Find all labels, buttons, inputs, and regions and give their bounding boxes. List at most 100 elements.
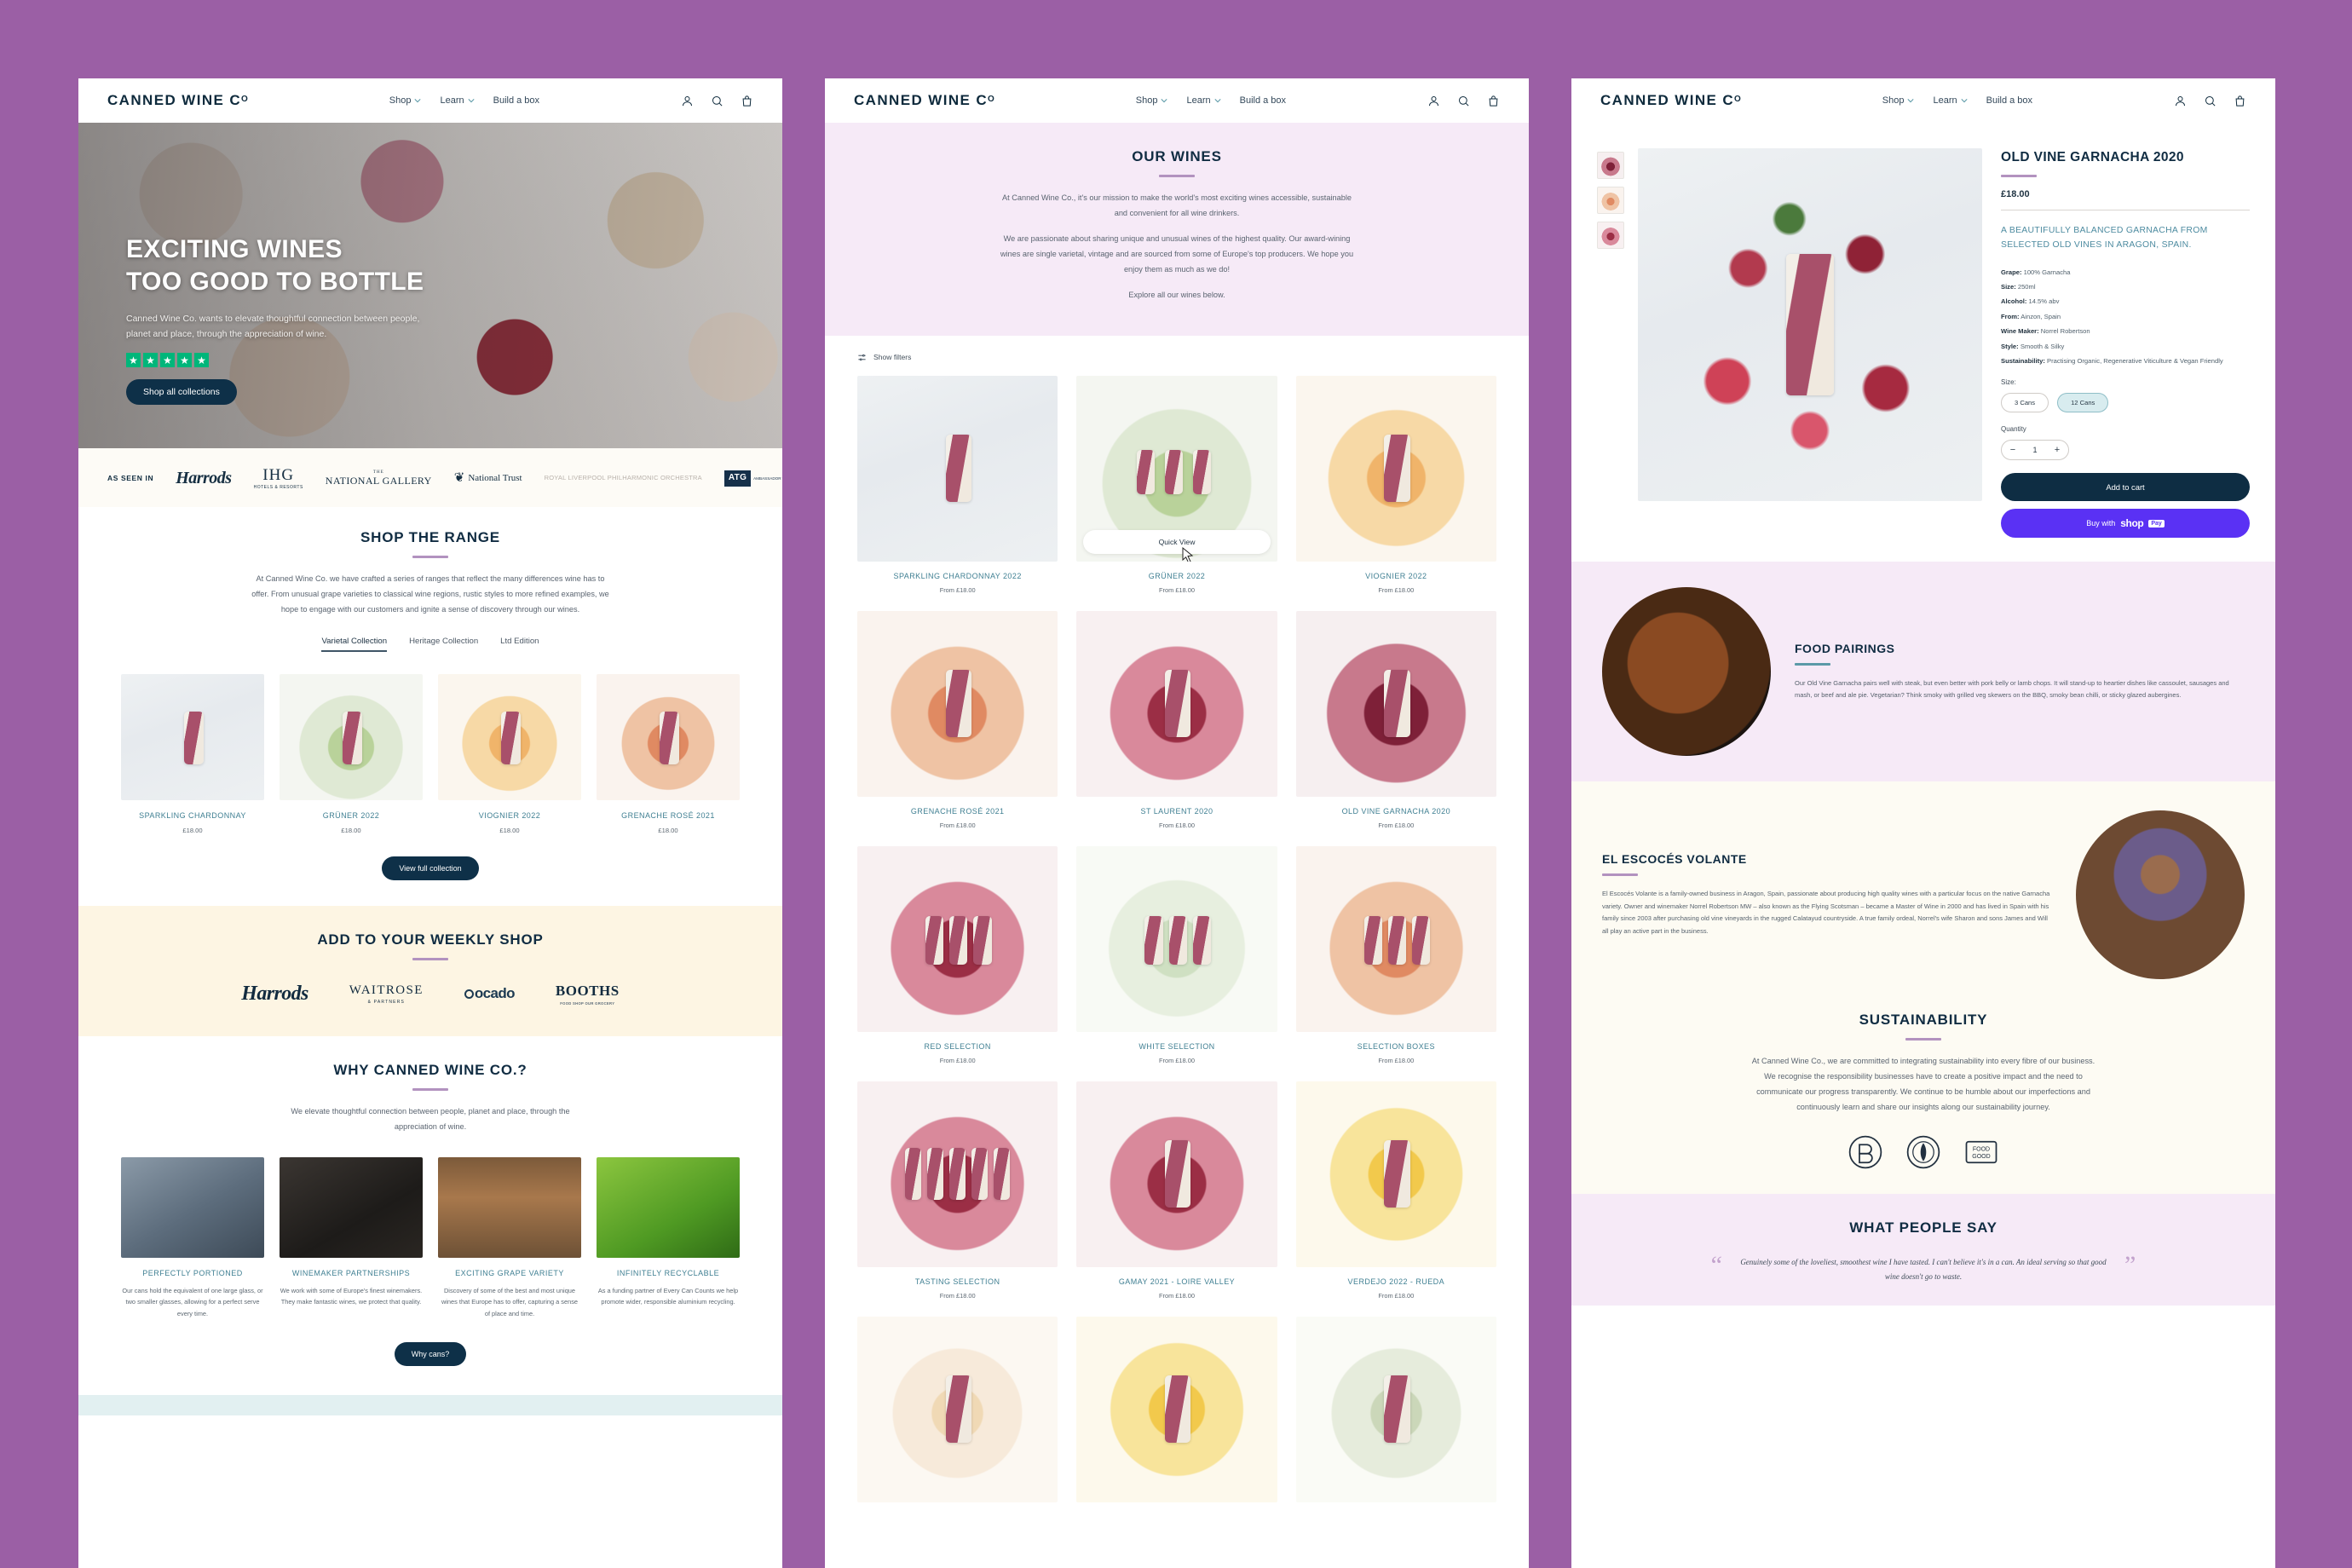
- product-thumbnail[interactable]: [1597, 222, 1624, 249]
- why-cans-button[interactable]: Why cans?: [394, 1341, 467, 1366]
- search-icon[interactable]: [2204, 95, 2217, 107]
- product-card[interactable]: GRÜNER 2022 £18.00: [280, 673, 423, 834]
- feature-title: EXCITING GRAPE VARIETY: [455, 1268, 564, 1277]
- spec-value: Norrel Robertson: [2040, 327, 2090, 336]
- spec-label: Size:: [2001, 283, 2016, 291]
- spec-row: Style: Smooth & Silky: [2001, 342, 2250, 351]
- brand-logo[interactable]: CANNED WINE CO: [1600, 92, 1741, 109]
- nav-item-shop[interactable]: Shop: [389, 95, 422, 106]
- product-price: From £18.00: [1378, 1291, 1415, 1300]
- product-card[interactable]: VERDEJO 2022 - RUEDA From £18.00: [1295, 1081, 1496, 1300]
- product-image: [1295, 375, 1496, 562]
- quote-open-icon: “: [1710, 1251, 1722, 1280]
- retailer-booths[interactable]: BOOTHS FOOD SHOP OUR GROCERY: [556, 983, 620, 1006]
- quantity-stepper[interactable]: − 1 +: [2001, 440, 2069, 461]
- nav-item-learn[interactable]: Learn: [1186, 95, 1221, 106]
- user-icon[interactable]: [1427, 95, 1440, 107]
- add-to-cart-button[interactable]: Add to cart: [2001, 473, 2250, 502]
- logo-ihg: IHG HOTELS & RESORTS: [254, 466, 303, 490]
- retailer-booths-sub: FOOD SHOP OUR GROCERY: [560, 1000, 615, 1006]
- product-card[interactable]: WHITE SELECTION From £18.00: [1076, 845, 1277, 1064]
- nav-item-build-a-box[interactable]: Build a box: [493, 95, 539, 106]
- header-icons: [2174, 95, 2246, 107]
- show-filters-label: Show filters: [873, 353, 912, 362]
- brand-logo[interactable]: CANNED WINE CO: [854, 92, 994, 109]
- tab-heritage-collection[interactable]: Heritage Collection: [409, 637, 478, 652]
- nav-item-build-a-box[interactable]: Build a box: [1240, 95, 1286, 106]
- quantity-increment-button[interactable]: +: [2051, 445, 2063, 455]
- retailer-ocado[interactable]: ocado: [464, 985, 515, 1002]
- quick-view-button[interactable]: Quick View: [1083, 529, 1271, 554]
- feature-card: PERFECTLY PORTIONED Our cans hold the eq…: [121, 1156, 264, 1320]
- buy-with-shop-pay-button[interactable]: Buy with shop Pay: [2001, 509, 2250, 539]
- feature-image: [438, 1156, 581, 1258]
- tab-varietal-collection[interactable]: Varietal Collection: [321, 637, 388, 652]
- main-nav: Shop Learn Build a box: [389, 95, 539, 106]
- product-card[interactable]: TASTING SELECTION From £18.00: [857, 1081, 1058, 1300]
- product-card[interactable]: SELECTION BOXES From £18.00: [1295, 845, 1496, 1064]
- product-image: [280, 673, 423, 800]
- product-card[interactable]: SPARKLING CHARDONNAY 2022 From £18.00: [857, 375, 1058, 594]
- product-card[interactable]: Quick View GRÜNER 2022 From £18.00: [1076, 375, 1277, 594]
- product-thumbnail[interactable]: [1597, 152, 1624, 179]
- nav-item-shop[interactable]: Shop: [1882, 95, 1915, 106]
- nav-label-shop: Shop: [389, 95, 412, 106]
- search-icon[interactable]: [711, 95, 723, 107]
- product-card[interactable]: [1076, 1316, 1277, 1502]
- divider-rule: [412, 957, 448, 960]
- product-price: £18.00: [658, 826, 678, 834]
- nav-item-learn[interactable]: Learn: [440, 95, 475, 106]
- star-icon: ★: [126, 353, 141, 368]
- user-icon[interactable]: [2174, 95, 2187, 107]
- spec-label: Sustainability:: [2001, 357, 2045, 366]
- site-header: CANNED WINE CO Shop Learn Build a box: [825, 78, 1529, 123]
- tab-ltd-edition[interactable]: Ltd Edition: [500, 637, 539, 652]
- product-name: TASTING SELECTION: [914, 1277, 1000, 1286]
- divider-rule: [412, 1087, 448, 1091]
- shop-all-collections-button[interactable]: Shop all collections: [126, 379, 237, 406]
- size-option-12-cans[interactable]: 12 Cans: [2057, 393, 2109, 413]
- spec-label: Style:: [2001, 342, 2019, 350]
- product-card[interactable]: RED SELECTION From £18.00: [857, 845, 1058, 1064]
- nav-item-learn[interactable]: Learn: [1933, 95, 1968, 106]
- product-card[interactable]: [857, 1316, 1058, 1502]
- user-icon[interactable]: [681, 95, 694, 107]
- nav-item-build-a-box[interactable]: Build a box: [1986, 95, 2032, 106]
- product-card[interactable]: [1295, 1316, 1496, 1502]
- retailer-waitrose[interactable]: WAITROSE & PARTNERS: [349, 983, 424, 1005]
- bag-icon[interactable]: [2234, 95, 2246, 107]
- product-card[interactable]: GRENACHE ROSÉ 2021 From £18.00: [857, 610, 1058, 829]
- product-price: From £18.00: [1159, 1291, 1195, 1300]
- product-card[interactable]: VIOGNIER 2022 £18.00: [438, 673, 581, 834]
- food-pairings-section: FOOD PAIRINGS Our Old Vine Garnacha pair…: [1571, 562, 2275, 782]
- header-icons: [681, 95, 753, 107]
- product-card[interactable]: GRENACHE ROSÉ 2021 £18.00: [597, 673, 740, 834]
- product-name: GRENACHE ROSÉ 2021: [910, 806, 1005, 816]
- nav-item-shop[interactable]: Shop: [1136, 95, 1168, 106]
- product-card[interactable]: OLD VINE GARNACHA 2020 From £18.00: [1295, 610, 1496, 829]
- ocado-circle-icon: [464, 989, 474, 1000]
- view-full-collection-button[interactable]: View full collection: [382, 856, 479, 880]
- product-card[interactable]: VIOGNIER 2022 From £18.00: [1295, 375, 1496, 594]
- retailer-harrods[interactable]: Harrods: [241, 983, 308, 1006]
- product-card[interactable]: SPARKLING CHARDONNAY £18.00: [121, 673, 264, 834]
- chevron-down-icon: [1907, 99, 1915, 103]
- bag-icon[interactable]: [741, 95, 753, 107]
- product-card[interactable]: ST LAURENT 2020 From £18.00: [1076, 610, 1277, 829]
- feature-text: We work with some of Europe's finest win…: [280, 1286, 423, 1306]
- product-card[interactable]: GAMAY 2021 - LOIRE VALLEY From £18.00: [1076, 1081, 1277, 1300]
- product-thumbnail[interactable]: [1597, 187, 1624, 214]
- size-option-3-cans[interactable]: 3 Cans: [2001, 393, 2049, 413]
- product-main-image[interactable]: [1638, 148, 1982, 501]
- brand-logo[interactable]: CANNED WINE CO: [107, 92, 248, 109]
- bag-icon[interactable]: [1487, 95, 1500, 107]
- quantity-value[interactable]: 1: [2029, 446, 2041, 454]
- quantity-decrement-button[interactable]: −: [2007, 445, 2019, 455]
- product-name: SPARKLING CHARDONNAY 2022: [893, 571, 1022, 580]
- product-title: OLD VINE GARNACHA 2020: [2001, 150, 2184, 164]
- star-icon: ★: [160, 353, 175, 368]
- winemaker-text: El Escocés Volante is a family-owned bus…: [1602, 890, 2050, 936]
- nav-label-learn: Learn: [1933, 95, 1957, 106]
- search-icon[interactable]: [1457, 95, 1470, 107]
- filters-bar[interactable]: Show filters: [825, 336, 1529, 362]
